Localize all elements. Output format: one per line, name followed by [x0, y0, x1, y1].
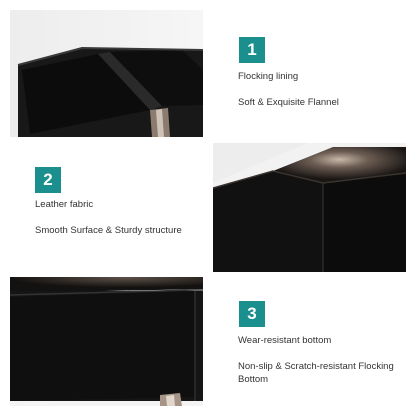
leather-corner-photo [213, 143, 406, 272]
feature-description: Smooth Surface & Sturdy structure [35, 225, 182, 236]
feature-number-badge: 3 [239, 301, 265, 327]
feature-title: Wear-resistant bottom [238, 335, 332, 346]
feature-description: Non-slip & Scratch-resistant Flocking Bo… [238, 361, 394, 385]
box-top-compartments-photo [10, 10, 203, 137]
feature-description: Soft & Exquisite Flannel [238, 97, 339, 108]
feature-title: Flocking lining [238, 71, 299, 82]
feature-number-badge: 1 [239, 37, 265, 63]
feature-title: Leather fabric [35, 199, 94, 210]
feature-number-badge: 2 [35, 167, 61, 193]
box-bottom-photo [10, 277, 203, 406]
